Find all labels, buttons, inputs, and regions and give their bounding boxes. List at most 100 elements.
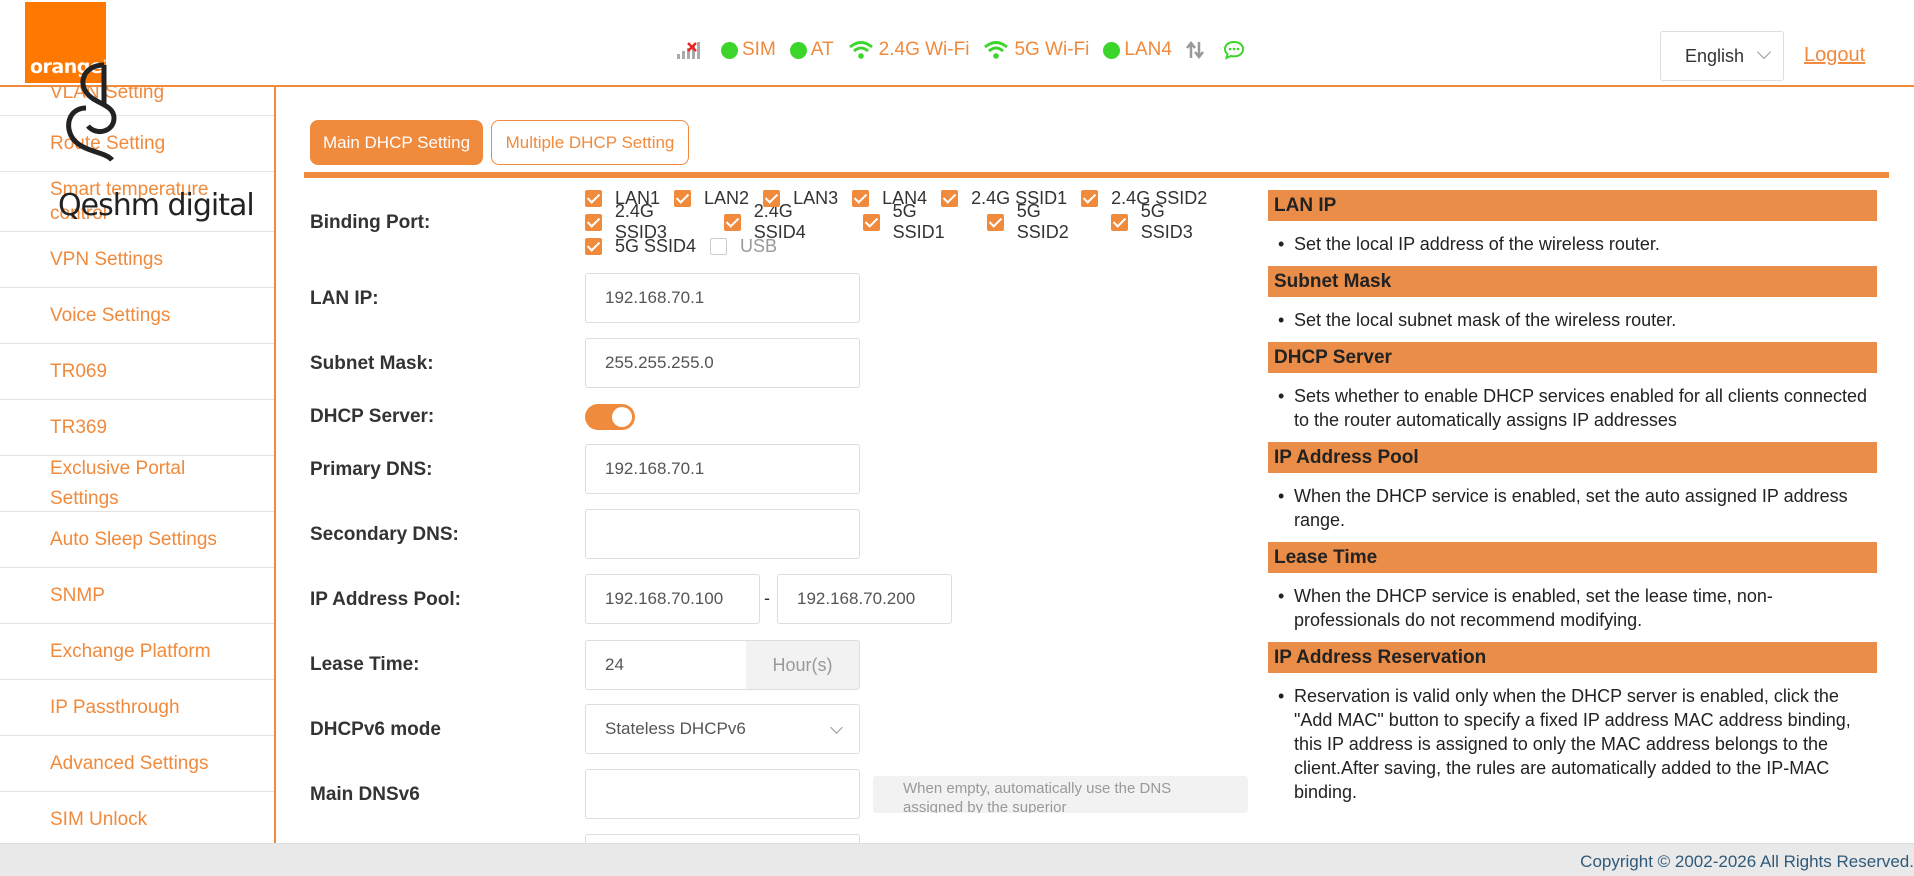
port-checkbox-5g-ssid1[interactable]: 5G SSID1 <box>862 201 973 243</box>
help-panel: LAN IP Set the local IP address of the w… <box>1254 178 1889 844</box>
sidebar-item-label: VPN Settings <box>50 248 163 270</box>
at-status-dot <box>789 41 807 59</box>
sidebar-item-label: Voice Settings <box>50 304 171 326</box>
wifi5-status: 5G Wi-Fi <box>983 39 1089 61</box>
sidebar-item-label: TR069 <box>50 360 108 382</box>
sidebar-item-label: Advanced Settings <box>50 752 209 774</box>
sidebar-item-exchange-platform[interactable]: Exchange Platform <box>0 624 274 680</box>
ip-pool-end-input[interactable]: 192.168.70.200 <box>777 574 952 624</box>
port-label: 5G SSID1 <box>892 201 945 242</box>
sidebar-item-route-setting[interactable]: Route Setting <box>0 116 274 172</box>
primary-dns-label: Primary DNS: <box>310 459 433 480</box>
orange-logo[interactable]: orange™ <box>25 2 110 83</box>
lease-time-unit: Hour(s) <box>746 640 860 690</box>
status-bar: SIM AT 2.4G Wi-Fi 5G Wi-Fi LAN4 <box>676 37 1264 63</box>
help-title-lan-ip: LAN IP <box>1268 190 1877 221</box>
port-checkbox-usb[interactable]: USB <box>710 236 777 257</box>
dnsv6-hint: When empty, automatically use the DNS as… <box>873 776 1248 813</box>
port-label: 5G SSID2 <box>1016 201 1069 242</box>
sidebar-item-tr069[interactable]: TR069 <box>0 344 274 400</box>
up-down-arrows-icon <box>1185 40 1204 60</box>
help-text-ip-pool: When the DHCP service is enabled, set th… <box>1268 473 1877 542</box>
sidebar-item-label: Exchange Platform <box>50 640 211 662</box>
help-text-dhcp-server: Sets whether to enable DHCP services ena… <box>1268 373 1877 442</box>
port-label: 5G SSID4 <box>615 235 697 256</box>
dhcp-server-toggle[interactable] <box>585 404 635 430</box>
port-label: USB <box>740 235 778 256</box>
main-dnsv6-input[interactable] <box>585 769 860 819</box>
top-header: orange™ SIM AT 2.4G Wi-Fi 5G Wi-Fi LAN4 … <box>0 0 1914 87</box>
help-text-subnet-mask: Set the local subnet mask of the wireles… <box>1268 297 1877 342</box>
copyright-text: Copyright © 2002-2026 All Rights Reserve… <box>1580 852 1914 871</box>
sim-status-dot <box>721 41 738 59</box>
sidebar-item-label: VLAN Setting <box>50 87 165 103</box>
sidebar-item-ip-passthrough[interactable]: IP Passthrough <box>0 680 274 736</box>
chevron-down-icon <box>1756 44 1772 60</box>
binding-port-group: LAN1 LAN2 LAN3 LAN4 2.4G SSID1 2.4G SSID… <box>585 186 1235 258</box>
sidebar-item-voice-settings[interactable]: Voice Settings <box>0 288 274 344</box>
lan-ip-input[interactable]: 192.168.70.1 <box>585 273 860 323</box>
port-checkbox-5g-ssid2[interactable]: 5G SSID2 <box>986 201 1097 243</box>
port-checkbox-5g-ssid3[interactable]: 5G SSID3 <box>1110 201 1221 243</box>
footer: Copyright © 2002-2026 All Rights Reserve… <box>0 843 1914 876</box>
watermark-text: Qeshm digital <box>58 188 255 223</box>
sidebar-item-auto-sleep[interactable]: Auto Sleep Settings <box>0 512 274 568</box>
logout-link[interactable]: Logout <box>1804 44 1865 67</box>
binding-port-label: Binding Port: <box>310 212 431 233</box>
sidebar-item-label: TR369 <box>50 416 108 438</box>
sidebar-item-label: IP Passthrough <box>50 696 180 718</box>
chevron-down-icon <box>830 721 843 734</box>
sidebar-item-sim-unlock[interactable]: SIM Unlock <box>0 792 274 844</box>
wifi5-label: 5G Wi-Fi <box>1014 39 1090 60</box>
sidebar-item-label: SIM Unlock <box>50 808 148 830</box>
lan-status-dot <box>1103 41 1121 59</box>
sidebar-item-vpn-settings[interactable]: VPN Settings <box>0 232 274 288</box>
sidebar-item-tr369[interactable]: TR369 <box>0 400 274 456</box>
tab-multiple-dhcp-setting[interactable]: Multiple DHCP Setting <box>491 120 689 165</box>
lease-time-input[interactable]: 24 <box>585 640 747 690</box>
subnet-mask-input[interactable]: 255.255.255.0 <box>585 338 860 388</box>
wifi24-status: 2.4G Wi-Fi <box>848 39 970 61</box>
wifi-icon <box>984 41 1009 59</box>
help-title-ip-pool: IP Address Pool <box>1268 442 1877 473</box>
main-dnsv6-label: Main DNSv6 <box>310 784 420 805</box>
lan4-status: LAN4 <box>1103 39 1172 61</box>
port-label: 5G SSID3 <box>1140 201 1193 242</box>
sidebar-item-vlan-setting[interactable]: VLAN Setting <box>0 87 274 116</box>
help-text-lan-ip: Set the local IP address of the wireless… <box>1268 221 1877 266</box>
dhcpv6-mode-select[interactable]: Stateless DHCPv6 <box>585 704 860 754</box>
sidebar-item-snmp[interactable]: SNMP <box>0 568 274 624</box>
help-title-ip-reservation: IP Address Reservation <box>1268 642 1877 673</box>
data-transfer-status <box>1185 40 1209 60</box>
language-select[interactable]: English <box>1660 31 1784 81</box>
wifi24-label: 2.4G Wi-Fi <box>878 39 970 60</box>
help-title-dhcp-server: DHCP Server <box>1268 342 1877 373</box>
ip-pool-start-input[interactable]: 192.168.70.100 <box>585 574 760 624</box>
sidebar-item-label: Route Setting <box>50 132 166 154</box>
signal-status <box>676 40 707 60</box>
language-value: English <box>1685 45 1745 66</box>
help-text-ip-reservation: Reservation is valid only when the DHCP … <box>1268 673 1877 814</box>
message-status[interactable] <box>1223 40 1250 60</box>
sidebar-item-label: Auto Sleep Settings <box>50 528 217 550</box>
port-checkbox-5g-ssid4[interactable]: 5G SSID4 <box>585 236 696 257</box>
sidebar-item-exclusive-portal[interactable]: Exclusive Portal Settings <box>0 456 274 512</box>
logo-text: orange™ <box>30 56 110 78</box>
ip-pool-label: IP Address Pool: <box>310 589 461 610</box>
at-status: AT <box>789 39 834 61</box>
help-text-lease-time: When the DHCP service is enabled, set th… <box>1268 573 1877 642</box>
sidebar-item-label: Exclusive Portal Settings <box>50 457 186 509</box>
sidebar-item-advanced-settings[interactable]: Advanced Settings <box>0 736 274 792</box>
sim-label: SIM <box>742 39 776 60</box>
chat-bubble-icon <box>1223 40 1244 60</box>
secondary-dns-input[interactable] <box>585 509 860 559</box>
ip-pool-separator: - <box>764 588 770 608</box>
sidebar-item-label: SNMP <box>50 584 105 606</box>
lan-ip-label: LAN IP: <box>310 288 379 309</box>
sim-status: SIM <box>721 39 776 61</box>
primary-dns-input[interactable]: 192.168.70.1 <box>585 444 860 494</box>
no-signal-icon <box>677 42 700 59</box>
help-title-subnet-mask: Subnet Mask <box>1268 266 1877 297</box>
secondary-dns-label: Secondary DNS: <box>310 524 459 545</box>
tab-main-dhcp-setting[interactable]: Main DHCP Setting <box>310 120 483 165</box>
